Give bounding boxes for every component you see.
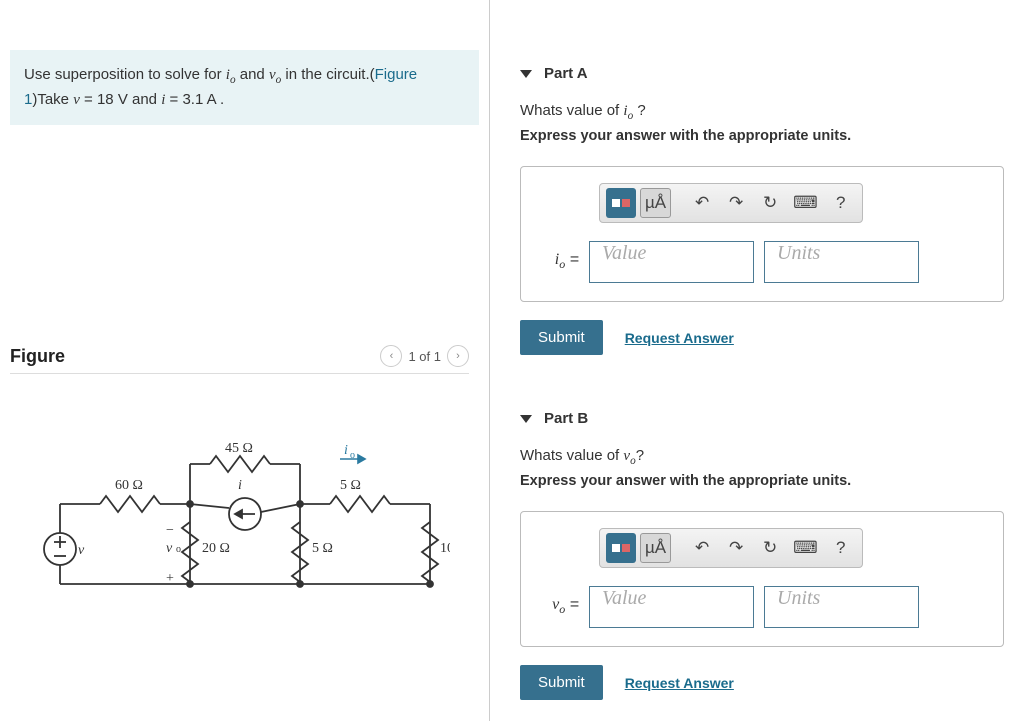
svg-text:v: v [166,541,173,556]
special-chars-button[interactable]: µÅ [640,188,671,218]
request-answer-link[interactable]: Request Answer [625,330,734,346]
part-b-question: Whats value of vo? [520,447,1004,467]
svg-text:45 Ω: 45 Ω [225,441,253,456]
svg-text:20 Ω: 20 Ω [202,541,230,556]
keyboard-button[interactable]: ⌨ [789,533,822,563]
part-a-question: Whats value of io ? [520,102,1004,122]
keyboard-button[interactable]: ⌨ [789,188,822,218]
submit-button[interactable]: Submit [520,665,603,700]
part-a-label: Part A [544,65,588,82]
problem-statement: Use superposition to solve for io and vo… [10,50,479,125]
templates-button[interactable] [606,188,636,218]
answer-toolbar: µÅ ↶ ↷ ↻ ⌨ ? [599,528,863,568]
templates-button[interactable] [606,533,636,563]
help-button[interactable]: ? [826,188,856,218]
svg-text:+: + [166,571,174,586]
svg-text:5 Ω: 5 Ω [312,541,333,556]
special-chars-button[interactable]: µÅ [640,533,671,563]
svg-text:60 Ω: 60 Ω [115,478,143,493]
svg-text:i: i [344,443,348,458]
redo-button[interactable]: ↷ [721,533,751,563]
svg-text:o: o [176,544,181,555]
redo-button[interactable]: ↷ [721,188,751,218]
svg-text:5 Ω: 5 Ω [340,478,361,493]
reset-button[interactable]: ↻ [755,188,785,218]
answer-toolbar: µÅ ↶ ↷ ↻ ⌨ ? [599,183,863,223]
collapse-icon[interactable] [520,415,532,423]
figure-title: Figure [10,346,65,367]
part-b-label: Part B [544,410,588,427]
figure-pager: 1 of 1 [408,349,441,364]
units-input[interactable]: Units [764,241,919,283]
value-input[interactable]: Value [589,241,754,283]
part-b-instruction: Express your answer with the appropriate… [520,473,1004,489]
circuit-diagram: 60 Ω 45 Ω 5 Ω 20 Ω 5 Ω 10 Ω v v i i o o … [10,434,469,637]
var-label-io: io = [539,251,579,272]
value-input[interactable]: Value [589,586,754,628]
figure-prev-button[interactable]: ‹ [380,345,402,367]
reset-button[interactable]: ↻ [755,533,785,563]
svg-text:i: i [238,478,242,493]
svg-text:v: v [78,543,85,558]
figure-next-button[interactable]: › [447,345,469,367]
undo-button[interactable]: ↶ [687,188,717,218]
collapse-icon[interactable] [520,70,532,78]
help-button[interactable]: ? [826,533,856,563]
var-label-vo: vo = [539,596,579,617]
svg-text:−: − [166,523,174,538]
undo-button[interactable]: ↶ [687,533,717,563]
units-input[interactable]: Units [764,586,919,628]
request-answer-link[interactable]: Request Answer [625,675,734,691]
submit-button[interactable]: Submit [520,320,603,355]
part-a-instruction: Express your answer with the appropriate… [520,128,1004,144]
svg-text:10 Ω: 10 Ω [440,541,450,556]
